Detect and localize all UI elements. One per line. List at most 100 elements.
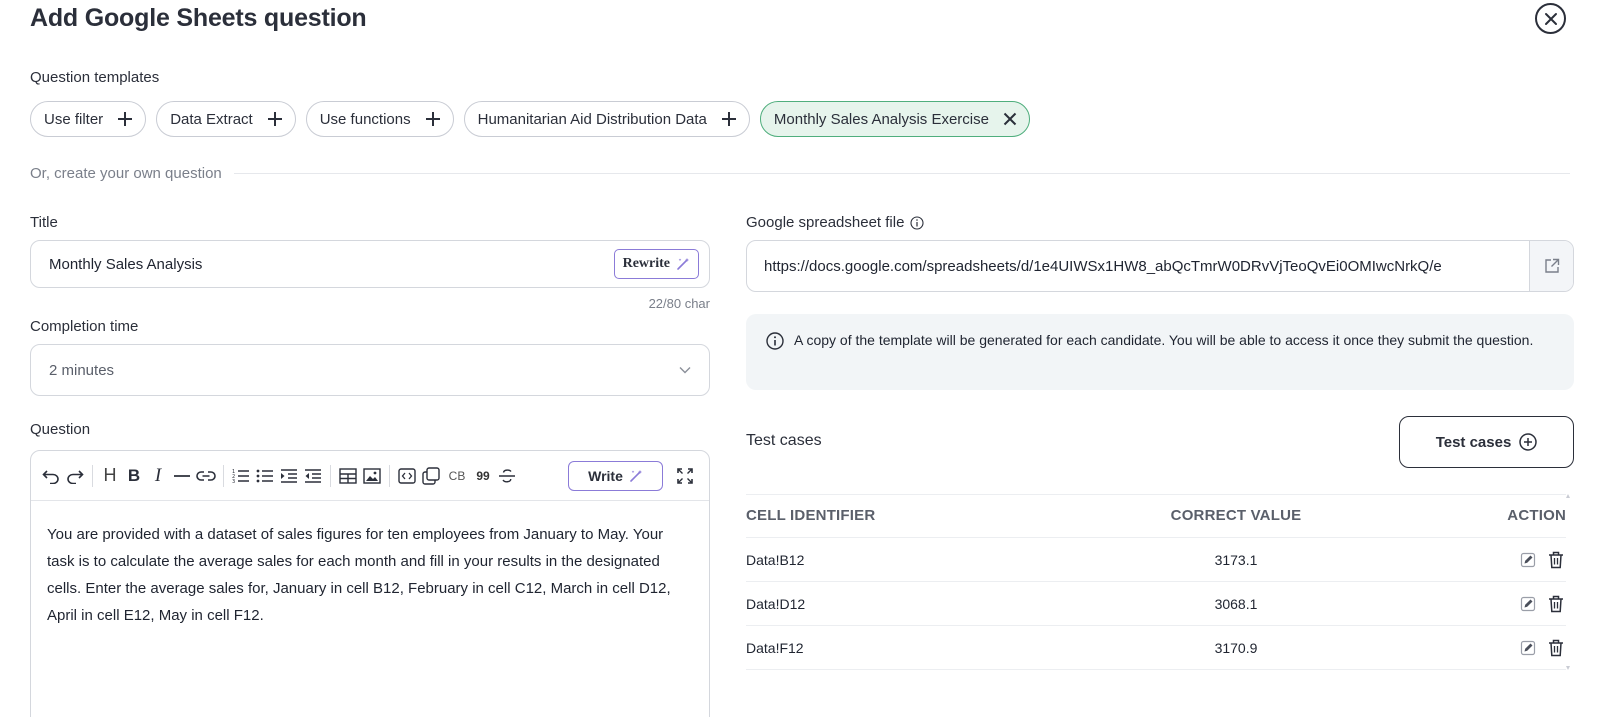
ordered-list-button[interactable]: 123 — [229, 464, 253, 488]
spreadsheet-label: Google spreadsheet file — [746, 214, 905, 231]
row-cell-identifier: Data!F12 — [746, 639, 804, 656]
question-editor: H B I 123 CB 99 Write You are provided w… — [30, 450, 710, 717]
row-cell-identifier: Data!D12 — [746, 595, 806, 612]
question-editor-content[interactable]: You are provided with a dataset of sales… — [31, 501, 709, 649]
undo-icon — [42, 469, 59, 484]
heading-button[interactable]: H — [98, 464, 122, 488]
edit-button[interactable] — [1518, 550, 1538, 570]
strikethrough-button[interactable] — [495, 464, 519, 488]
chip-label: Data Extract — [170, 110, 253, 128]
info-text: A copy of the template will be generated… — [794, 332, 1534, 348]
copy-icon — [422, 466, 440, 485]
rewrite-button[interactable]: Rewrite — [613, 249, 699, 279]
row-actions — [1426, 550, 1566, 570]
toolbar-separator — [389, 464, 390, 487]
close-icon[interactable] — [1003, 112, 1017, 126]
spreadsheet-field — [746, 240, 1574, 292]
plus-circle-icon — [1519, 433, 1538, 451]
indent-button[interactable] — [277, 464, 301, 488]
open-spreadsheet-button[interactable] — [1529, 241, 1573, 291]
italic-button[interactable]: I — [146, 464, 170, 488]
link-button[interactable] — [194, 464, 218, 488]
embed-button[interactable] — [395, 464, 419, 488]
horizontal-rule-button[interactable] — [170, 464, 194, 488]
delete-button[interactable] — [1546, 638, 1566, 658]
fullscreen-button[interactable] — [673, 464, 697, 488]
indent-icon — [281, 468, 297, 483]
plus-icon — [118, 112, 133, 126]
close-button[interactable] — [1535, 3, 1566, 34]
blockquote-button[interactable]: 99 — [471, 464, 495, 488]
divider-line — [233, 173, 1570, 174]
rewrite-label: Rewrite — [622, 256, 670, 271]
magic-wand-icon — [630, 470, 642, 482]
editor-toolbar: H B I 123 CB 99 Write — [31, 451, 709, 501]
code-block-button[interactable]: CB — [443, 464, 471, 488]
completion-time-select[interactable]: 2 minutes — [30, 344, 710, 396]
ordered-list-icon: 123 — [232, 469, 249, 485]
delete-button[interactable] — [1546, 594, 1566, 614]
trash-icon — [1549, 595, 1563, 612]
chip-label: Monthly Sales Analysis Exercise — [773, 110, 989, 128]
redo-icon — [67, 469, 84, 484]
image-button[interactable] — [360, 464, 384, 488]
question-label: Question — [30, 421, 91, 438]
strikethrough-icon — [499, 468, 515, 482]
trash-icon — [1549, 551, 1563, 568]
title-input[interactable] — [31, 241, 551, 287]
template-chip-data-extract[interactable]: Data Extract — [156, 101, 296, 137]
delete-button[interactable] — [1546, 550, 1566, 570]
chip-label: Use functions — [319, 110, 411, 128]
title-label: Title — [30, 214, 58, 231]
svg-text:3: 3 — [232, 479, 235, 485]
template-chip-use-filter[interactable]: Use filter — [30, 101, 147, 137]
image-icon — [363, 467, 381, 484]
template-chip-humanitarian-aid[interactable]: Humanitarian Aid Distribution Data — [463, 101, 750, 137]
fullscreen-icon — [677, 468, 693, 484]
chevron-down-icon — [679, 367, 691, 374]
edit-button[interactable] — [1518, 594, 1538, 614]
edit-button[interactable] — [1518, 638, 1538, 658]
add-test-case-button[interactable]: Test cases — [1399, 416, 1574, 468]
completion-time-label: Completion time — [30, 318, 139, 335]
table-icon — [339, 467, 357, 484]
template-chip-monthly-sales[interactable]: Monthly Sales Analysis Exercise — [759, 101, 1030, 137]
outdent-button[interactable] — [301, 464, 325, 488]
horizontal-rule-icon — [174, 474, 190, 477]
edit-icon — [1520, 552, 1536, 567]
link-icon — [196, 470, 216, 481]
row-correct-value: 3173.1 — [1214, 551, 1258, 568]
chip-label: Use filter — [44, 110, 104, 128]
template-chip-use-functions[interactable]: Use functions — [305, 101, 454, 137]
undo-button[interactable] — [39, 464, 63, 488]
plus-icon — [721, 112, 736, 126]
table-header: CELL IDENTIFIER CORRECT VALUE ACTION — [746, 494, 1566, 538]
info-icon — [766, 332, 784, 350]
magic-wand-icon — [677, 258, 689, 270]
trash-icon — [1549, 639, 1563, 656]
modal-title: Add Google Sheets question — [30, 4, 367, 32]
bullet-list-button[interactable] — [253, 464, 277, 488]
chip-label: Humanitarian Aid Distribution Data — [477, 110, 707, 128]
test-cases-label: Test cases — [746, 432, 822, 449]
templates-label: Question templates — [30, 69, 160, 86]
redo-button[interactable] — [63, 464, 87, 488]
header-action: ACTION — [1507, 507, 1566, 524]
write-button[interactable]: Write — [568, 461, 663, 491]
toolbar-separator — [330, 464, 331, 487]
template-copy-info: A copy of the template will be generated… — [746, 314, 1574, 390]
create-own-divider: Or, create your own question — [30, 165, 1570, 182]
completion-time-value: 2 minutes — [49, 361, 115, 379]
toolbar-separator — [223, 464, 224, 487]
write-label: Write — [588, 468, 623, 484]
table-row: Data!B12 3173.1 — [746, 538, 1566, 582]
plus-icon — [267, 112, 282, 126]
plus-icon — [425, 112, 440, 126]
table-scrollbar[interactable] — [1566, 494, 1570, 670]
copy-button[interactable] — [419, 464, 443, 488]
info-icon[interactable] — [910, 215, 924, 230]
bold-button[interactable]: B — [122, 464, 146, 488]
spreadsheet-url-input[interactable] — [747, 241, 1517, 291]
table-button[interactable] — [336, 464, 360, 488]
template-chips: Use filter Data Extract Use functions Hu… — [30, 101, 1030, 137]
